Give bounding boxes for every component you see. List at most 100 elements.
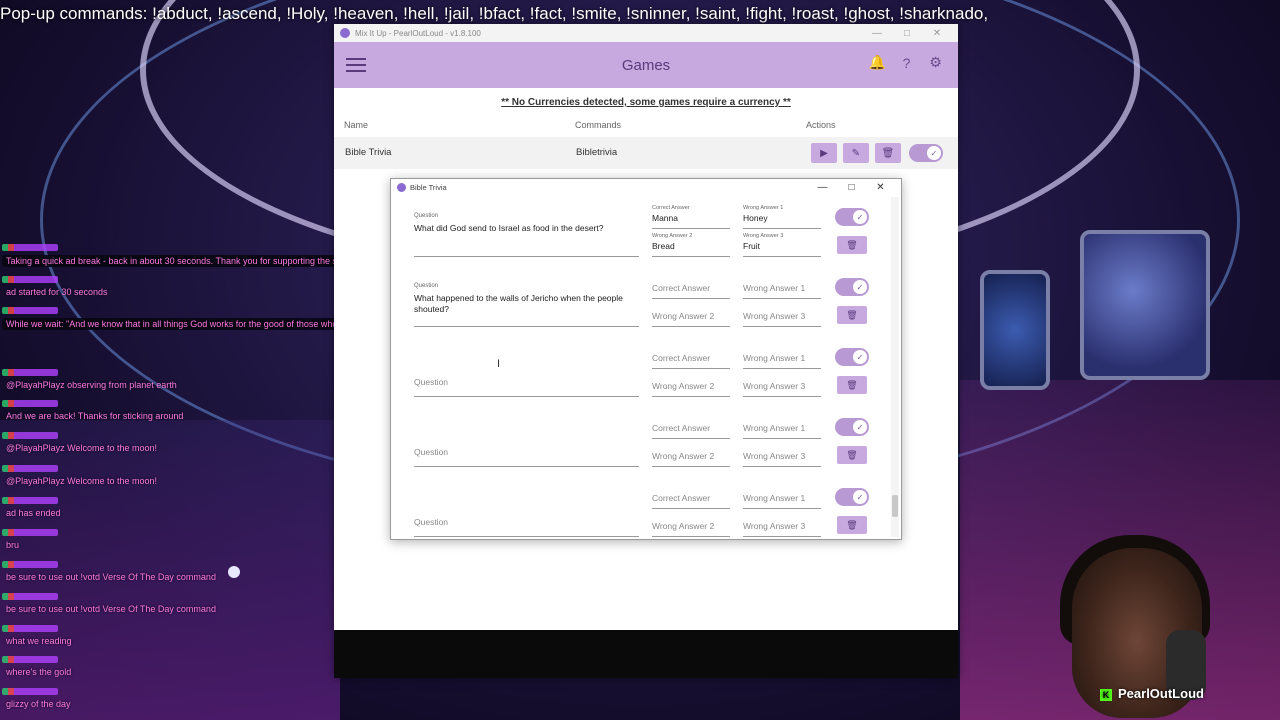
answer-input[interactable]: Bread <box>652 241 675 251</box>
wrong-answer-1-field[interactable]: Wrong Answer 1 <box>743 485 821 509</box>
chat-username <box>2 497 58 504</box>
wrong-answer-3-field[interactable]: Wrong Answer 3 <box>743 303 821 327</box>
game-command: Bibletrivia <box>576 147 618 158</box>
answer-input[interactable]: Correct Answer <box>652 493 710 503</box>
kick-logo-icon: K <box>1100 689 1112 701</box>
check-icon: ✓ <box>853 210 867 224</box>
answer-input[interactable]: Wrong Answer 3 <box>743 521 805 531</box>
wrong-answer-2-field[interactable]: Wrong Answer 2 <box>652 443 730 467</box>
wrong-answer-2-field[interactable]: Wrong Answer 2 <box>652 513 730 537</box>
wrong-answer-1-field[interactable]: Wrong Answer 1 Honey <box>743 205 821 229</box>
question-field[interactable]: Question What happened to the walls of Je… <box>414 283 639 327</box>
chat-message: @PlayahPlayz Welcome to the moon! <box>6 476 158 486</box>
close-button[interactable]: ✕ <box>922 28 952 39</box>
delete-question-button[interactable]: 🗑 <box>837 376 867 394</box>
correct-answer-field[interactable]: Correct Answer <box>652 485 730 509</box>
wrong-answer-1-field[interactable]: Wrong Answer 1 <box>743 415 821 439</box>
scrollbar[interactable] <box>891 197 899 537</box>
chat-message: ad has ended <box>6 508 61 518</box>
answer-input[interactable]: Wrong Answer 1 <box>743 423 805 433</box>
correct-answer-field[interactable]: Correct Answer <box>652 345 730 369</box>
answer-input[interactable]: Wrong Answer 1 <box>743 353 805 363</box>
delete-button[interactable]: 🗑 <box>875 143 901 163</box>
wrong-answer-1-field[interactable]: Wrong Answer 1 <box>743 275 821 299</box>
question-list: Question What did God send to Israel as f… <box>391 197 891 539</box>
chat-message: be sure to use out !votd Verse Of The Da… <box>6 604 216 614</box>
question-input[interactable]: What happened to the walls of Jericho wh… <box>414 293 639 315</box>
answer-input[interactable]: Honey <box>743 213 768 223</box>
question-input[interactable]: What did God send to Israel as food in t… <box>414 223 639 234</box>
answer-input[interactable]: Wrong Answer 2 <box>652 311 714 321</box>
play-button[interactable]: ▶ <box>811 143 837 163</box>
help-icon[interactable]: ? <box>898 54 915 71</box>
trash-icon: 🗑 <box>881 147 895 159</box>
question-input[interactable]: Question <box>414 377 448 387</box>
delete-question-button[interactable]: 🗑 <box>837 516 867 534</box>
answer-input[interactable]: Wrong Answer 1 <box>743 493 805 503</box>
question-enabled-toggle[interactable]: ✓ <box>835 348 869 366</box>
question-field[interactable]: Question What did God send to Israel as f… <box>414 213 639 257</box>
minimize-button[interactable]: — <box>862 28 892 39</box>
minimize-button[interactable]: — <box>808 182 837 193</box>
question-field[interactable]: Question <box>414 423 639 467</box>
bible-trivia-dialog: Bible Trivia — □ ✕ Question What did God … <box>390 178 902 540</box>
check-icon: ✓ <box>927 146 941 160</box>
wrong-answer-2-field[interactable]: Wrong Answer 2 Bread <box>652 233 730 257</box>
wrong-answer-3-field[interactable]: Wrong Answer 3 <box>743 373 821 397</box>
check-icon: ✓ <box>853 350 867 364</box>
answer-input[interactable]: Wrong Answer 2 <box>652 381 714 391</box>
wrong-answer-1-field[interactable]: Wrong Answer 1 <box>743 345 821 369</box>
question-field[interactable]: Question <box>414 353 639 397</box>
background-space-window <box>980 270 1050 390</box>
close-button[interactable]: ✕ <box>866 182 895 193</box>
answer-input[interactable]: Manna <box>652 213 678 223</box>
question-input[interactable]: Question <box>414 517 448 527</box>
edit-button[interactable]: ✎ <box>843 143 869 163</box>
correct-answer-field[interactable]: Correct Answer <box>652 415 730 439</box>
answer-input[interactable]: Correct Answer <box>652 283 710 293</box>
text-cursor-icon: I <box>497 358 501 370</box>
wrong-answer-3-field[interactable]: Wrong Answer 3 Fruit <box>743 233 821 257</box>
answer-input[interactable]: Correct Answer <box>652 423 710 433</box>
chat-message: glizzy of the day <box>6 699 71 709</box>
chat-username <box>2 465 58 472</box>
correct-answer-field[interactable]: Correct Answer Manna <box>652 205 730 229</box>
hamburger-menu-icon[interactable] <box>334 58 378 72</box>
answer-input[interactable]: Wrong Answer 1 <box>743 283 805 293</box>
question-enabled-toggle[interactable]: ✓ <box>835 208 869 226</box>
background-lamp <box>228 566 240 578</box>
chat-username <box>2 307 58 314</box>
delete-question-button[interactable]: 🗑 <box>837 446 867 464</box>
delete-question-button[interactable]: 🗑 <box>837 236 867 254</box>
bell-icon[interactable]: 🔔 <box>869 54 886 71</box>
edit-icon: ✎ <box>851 147 861 159</box>
table-row: Bible Trivia Bibletrivia ▶ ✎ 🗑 ✓ <box>334 137 958 169</box>
game-name: Bible Trivia <box>345 147 392 158</box>
question-enabled-toggle[interactable]: ✓ <box>835 418 869 436</box>
answer-input[interactable]: Wrong Answer 3 <box>743 451 805 461</box>
question-input[interactable]: Question <box>414 447 448 457</box>
maximize-button[interactable]: □ <box>892 28 922 39</box>
chat-message: @PlayahPlayz Welcome to the moon! <box>6 443 158 453</box>
delete-question-button[interactable]: 🗑 <box>837 306 867 324</box>
wrong-answer-3-field[interactable]: Wrong Answer 3 <box>743 513 821 537</box>
question-enabled-toggle[interactable]: ✓ <box>835 278 869 296</box>
answer-label: Wrong Answer 2 <box>652 233 693 239</box>
question-field[interactable]: Question <box>414 493 639 537</box>
answer-input[interactable]: Wrong Answer 3 <box>743 311 805 321</box>
game-enabled-toggle[interactable]: ✓ <box>909 144 943 162</box>
window-titlebar: Mix It Up - PearlOutLoud - v1.8.100 — □ … <box>334 24 958 42</box>
answer-input[interactable]: Correct Answer <box>652 353 710 363</box>
answer-input[interactable]: Wrong Answer 2 <box>652 451 714 461</box>
wrong-answer-2-field[interactable]: Wrong Answer 2 <box>652 303 730 327</box>
maximize-button[interactable]: □ <box>837 182 866 193</box>
wrong-answer-2-field[interactable]: Wrong Answer 2 <box>652 373 730 397</box>
answer-input[interactable]: Wrong Answer 2 <box>652 521 714 531</box>
answer-input[interactable]: Fruit <box>743 241 760 251</box>
gear-icon[interactable]: ⚙ <box>927 54 944 71</box>
question-enabled-toggle[interactable]: ✓ <box>835 488 869 506</box>
correct-answer-field[interactable]: Correct Answer <box>652 275 730 299</box>
answer-input[interactable]: Wrong Answer 3 <box>743 381 805 391</box>
scrollbar-thumb[interactable] <box>892 495 898 517</box>
wrong-answer-3-field[interactable]: Wrong Answer 3 <box>743 443 821 467</box>
